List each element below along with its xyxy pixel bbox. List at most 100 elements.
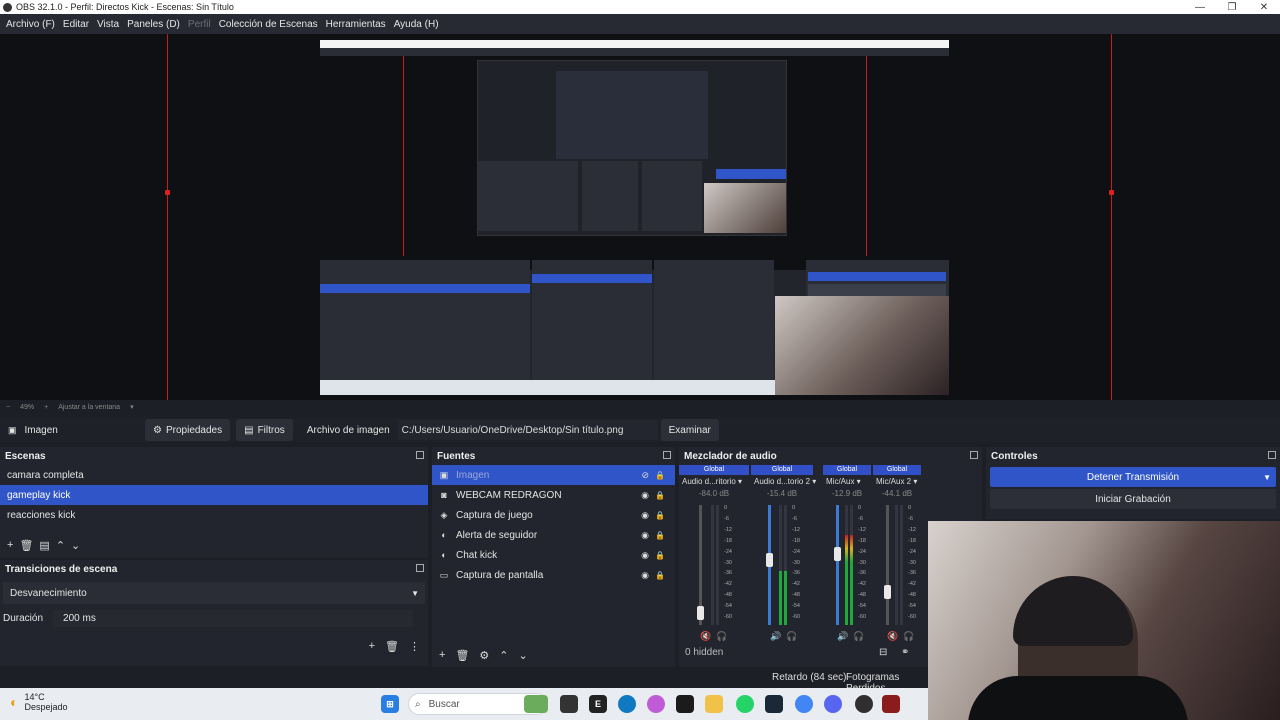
add-icon[interactable]: + bbox=[439, 649, 445, 661]
volume-slider[interactable] bbox=[836, 505, 839, 625]
gear-icon[interactable]: ⚙ bbox=[479, 649, 489, 662]
menu-editar[interactable]: Editar bbox=[63, 19, 89, 30]
scene-item-selected[interactable]: gameplay kick bbox=[0, 485, 428, 505]
source-item[interactable]: ▭ Captura de pantalla ◉ 🔒 bbox=[432, 565, 675, 585]
resize-handle-right[interactable] bbox=[1109, 190, 1114, 195]
channel-name[interactable]: Audio d...ritorio ▾ bbox=[679, 475, 749, 489]
lock-icon[interactable]: 🔒 bbox=[655, 511, 665, 520]
undock-icon[interactable] bbox=[1268, 451, 1276, 459]
zoom-in-button[interactable]: + bbox=[44, 404, 48, 411]
speaker-icon[interactable]: 🔊 bbox=[837, 631, 848, 642]
close-button[interactable]: ✕ bbox=[1248, 0, 1280, 14]
windows-start-icon[interactable]: ⊞ bbox=[381, 695, 399, 713]
eye-icon[interactable]: ◉ bbox=[641, 570, 649, 581]
muted-speaker-icon[interactable]: 🔇 bbox=[700, 631, 711, 642]
headphones-icon[interactable]: 🎧 bbox=[853, 631, 864, 642]
lock-icon[interactable]: 🔒 bbox=[655, 571, 665, 580]
menu-ayuda[interactable]: Ayuda (H) bbox=[394, 19, 439, 30]
widgets-icon[interactable] bbox=[524, 695, 548, 713]
channel-name[interactable]: Mic/Aux ▾ bbox=[823, 475, 871, 489]
source-item[interactable]: ◈ Captura de juego ◉ 🔒 bbox=[432, 505, 675, 525]
fit-to-window[interactable]: Ajustar a la ventana bbox=[58, 404, 120, 411]
volume-slider-knob[interactable] bbox=[834, 547, 841, 561]
lock-icon[interactable]: 🔒 bbox=[655, 531, 665, 540]
eye-hidden-icon[interactable]: ⊘ bbox=[641, 470, 649, 481]
menu-archivo[interactable]: Archivo (F) bbox=[6, 19, 55, 30]
copilot-icon[interactable] bbox=[647, 695, 665, 713]
filter-icon[interactable]: ▤ bbox=[39, 539, 49, 552]
task-view-icon[interactable] bbox=[560, 695, 578, 713]
minimize-button[interactable]: — bbox=[1184, 0, 1216, 14]
properties-button[interactable]: ⚙ Propiedades bbox=[145, 419, 231, 441]
chevron-down-icon[interactable]: ▼ bbox=[1263, 473, 1271, 482]
eye-icon[interactable]: ◉ bbox=[641, 510, 649, 521]
start-recording-button[interactable]: Iniciar Grabación bbox=[990, 489, 1276, 509]
trash-icon[interactable]: 🗑 bbox=[455, 649, 469, 662]
hidden-channels-count[interactable]: 0 hidden bbox=[685, 647, 723, 658]
stop-stream-button[interactable]: Detener Transmisión ▼ bbox=[990, 467, 1276, 487]
speaker-icon[interactable]: 🔊 bbox=[770, 631, 781, 642]
filters-button[interactable]: ▤ Filtros bbox=[236, 419, 293, 441]
headphones-icon[interactable]: 🎧 bbox=[903, 631, 914, 642]
headphones-icon[interactable]: 🎧 bbox=[786, 631, 797, 642]
source-item[interactable]: ◐ Chat kick ◉ 🔒 bbox=[432, 545, 675, 565]
menu-coleccion-escenas[interactable]: Colección de Escenas bbox=[219, 19, 318, 30]
terminal-icon[interactable] bbox=[676, 695, 694, 713]
folder-icon[interactable] bbox=[705, 695, 723, 713]
app-icon[interactable] bbox=[882, 695, 900, 713]
arrow-up-icon[interactable]: ⌃ bbox=[56, 539, 65, 552]
mixer-link-icon[interactable]: ⚭ bbox=[901, 647, 909, 658]
arrow-down-icon[interactable]: ⌄ bbox=[71, 539, 80, 552]
epic-games-icon[interactable]: E bbox=[589, 695, 607, 713]
more-options-icon[interactable]: ⋮ bbox=[409, 640, 420, 653]
trash-icon[interactable]: 🗑 bbox=[385, 640, 399, 653]
channel-name[interactable]: Audio d...torio 2 ▾ bbox=[751, 475, 816, 489]
browse-button[interactable]: Examinar bbox=[660, 419, 719, 441]
eye-icon[interactable]: ◉ bbox=[641, 490, 649, 501]
preview-canvas[interactable] bbox=[0, 34, 1280, 400]
lock-icon[interactable]: 🔒 bbox=[655, 551, 665, 560]
image-path-field[interactable]: C:/Users/Usuario/OneDrive/Desktop/Sin tí… bbox=[397, 420, 658, 440]
add-icon[interactable]: + bbox=[7, 539, 13, 551]
obs-taskbar-icon[interactable] bbox=[855, 695, 873, 713]
volume-slider[interactable] bbox=[886, 505, 889, 625]
scene-item[interactable]: camara completa bbox=[0, 465, 428, 485]
undock-icon[interactable] bbox=[416, 451, 424, 459]
menu-herramientas[interactable]: Herramientas bbox=[326, 19, 386, 30]
weather-widget[interactable]: ◐ 14°C Despejado bbox=[10, 692, 68, 712]
undock-icon[interactable] bbox=[416, 564, 424, 572]
duration-field[interactable]: 200 ms bbox=[53, 609, 414, 627]
undock-icon[interactable] bbox=[663, 451, 671, 459]
steam-icon[interactable] bbox=[765, 695, 783, 713]
mixer-layout-icon[interactable]: ⊟ bbox=[879, 647, 887, 658]
volume-slider-knob[interactable] bbox=[884, 585, 891, 599]
arrow-down-icon[interactable]: ⌄ bbox=[519, 649, 528, 662]
source-item[interactable]: ◙ WEBCAM REDRAGON ◉ 🔒 bbox=[432, 485, 675, 505]
zoom-out-button[interactable]: − bbox=[6, 404, 10, 411]
headphones-icon[interactable]: 🎧 bbox=[716, 631, 727, 642]
maximize-button[interactable]: ❐ bbox=[1216, 0, 1248, 14]
edge-icon[interactable] bbox=[618, 695, 636, 713]
channel-name[interactable]: Mic/Aux 2 ▾ bbox=[873, 475, 921, 489]
volume-slider-knob[interactable] bbox=[766, 553, 773, 567]
chevron-down-icon[interactable]: ▾ bbox=[130, 403, 134, 411]
arrow-up-icon[interactable]: ⌃ bbox=[499, 649, 508, 662]
lock-icon[interactable]: 🔒 bbox=[655, 491, 665, 500]
menu-paneles[interactable]: Paneles (D) bbox=[127, 19, 180, 30]
lock-icon[interactable]: 🔒 bbox=[655, 471, 665, 480]
source-item[interactable]: ◐ Alerta de seguidor ◉ 🔒 bbox=[432, 525, 675, 545]
scene-item[interactable]: reacciones kick bbox=[0, 505, 428, 525]
add-icon[interactable]: + bbox=[369, 640, 375, 652]
resize-handle-left[interactable] bbox=[165, 190, 170, 195]
trash-icon[interactable]: 🗑 bbox=[19, 539, 33, 552]
discord-icon[interactable] bbox=[824, 695, 842, 713]
eye-icon[interactable]: ◉ bbox=[641, 550, 649, 561]
chrome-icon[interactable] bbox=[795, 695, 813, 713]
volume-slider-knob[interactable] bbox=[697, 606, 704, 620]
menu-vista[interactable]: Vista bbox=[97, 19, 119, 30]
transition-select[interactable]: Desvanecimiento ▼ bbox=[3, 582, 425, 604]
source-item-selected[interactable]: ▣ Imagen ⊘ 🔒 bbox=[432, 465, 675, 485]
eye-icon[interactable]: ◉ bbox=[641, 530, 649, 541]
whatsapp-icon[interactable] bbox=[736, 695, 754, 713]
muted-speaker-icon[interactable]: 🔇 bbox=[887, 631, 898, 642]
